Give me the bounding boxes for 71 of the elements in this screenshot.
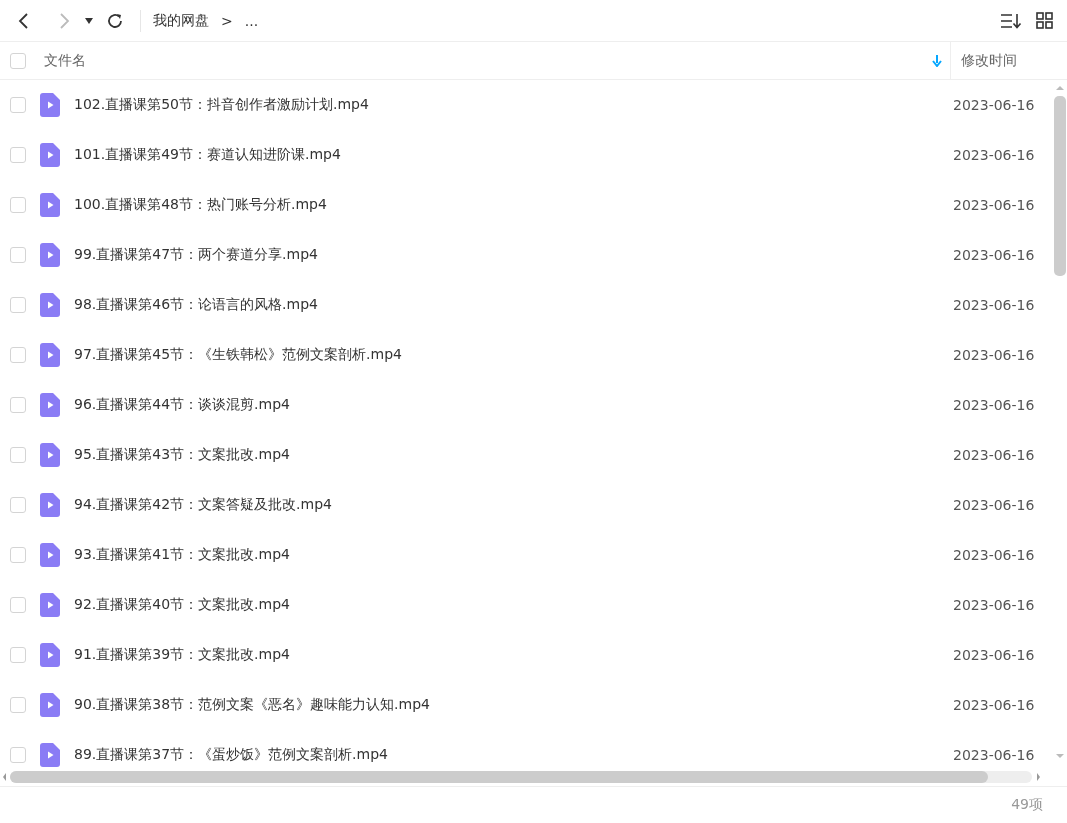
file-name[interactable]: 92.直播课第40节：文案批改.mp4 (74, 596, 953, 614)
back-button[interactable] (18, 11, 30, 30)
sort-down-arrow-icon (932, 54, 942, 67)
item-count: 49项 (1011, 796, 1043, 814)
file-name[interactable]: 94.直播课第42节：文案答疑及批改.mp4 (74, 496, 953, 514)
modified-date: 2023-06-16 (953, 297, 1036, 313)
video-file-icon (40, 443, 60, 467)
forward-button[interactable] (58, 11, 70, 30)
row-checkbox[interactable] (10, 147, 26, 163)
video-file-icon (40, 493, 60, 517)
column-header[interactable]: 文件名 (44, 51, 86, 70)
row-checkbox[interactable] (10, 697, 26, 713)
breadcrumb-item[interactable]: 我的网盘 (153, 11, 209, 30)
row-checkbox[interactable] (10, 297, 26, 313)
row-checkbox[interactable] (10, 97, 26, 113)
modified-date: 2023-06-16 (953, 347, 1036, 363)
video-file-icon (40, 643, 60, 667)
refresh-button[interactable] (106, 11, 124, 30)
file-name[interactable]: 93.直播课第41节：文案批改.mp4 (74, 546, 953, 564)
modified-date: 2023-06-16 (953, 497, 1036, 513)
file-name[interactable]: 90.直播课第38节：范例文案《恶名》趣味能力认知.mp4 (74, 696, 953, 714)
video-file-icon (40, 193, 60, 217)
video-file-icon (40, 593, 60, 617)
breadcrumb-separator: > (221, 12, 233, 29)
video-file-icon (40, 543, 60, 567)
row-checkbox[interactable] (10, 247, 26, 263)
history-dropdown-button[interactable] (84, 16, 94, 25)
video-file-icon (40, 143, 60, 167)
modified-date: 2023-06-16 (953, 197, 1036, 213)
file-name[interactable]: 91.直播课第39节：文案批改.mp4 (74, 646, 953, 664)
grid-view-icon[interactable] (1036, 12, 1053, 29)
modified-date: 2023-06-16 (953, 247, 1036, 263)
modified-date: 2023-06-16 (953, 447, 1036, 463)
video-file-icon (40, 93, 60, 117)
select-all-checkbox[interactable] (10, 52, 26, 69)
row-checkbox[interactable] (10, 347, 26, 363)
video-file-icon (40, 743, 60, 767)
video-file-icon (40, 293, 60, 317)
row-checkbox[interactable] (10, 197, 26, 213)
row-checkbox[interactable] (10, 597, 26, 613)
row-checkbox[interactable] (10, 747, 26, 763)
sort-icon[interactable] (1000, 12, 1022, 29)
column-header[interactable]: 修改时间 (950, 41, 1067, 80)
modified-date: 2023-06-16 (953, 547, 1036, 563)
video-file-icon (40, 243, 60, 267)
video-file-icon (40, 693, 60, 717)
file-name[interactable]: 101.直播课第49节：赛道认知进阶课.mp4 (74, 146, 953, 164)
row-checkbox[interactable] (10, 547, 26, 563)
breadcrumb-item[interactable]: ... (244, 12, 259, 29)
video-file-icon (40, 393, 60, 417)
file-name[interactable]: 102.直播课第50节：抖音创作者激励计划.mp4 (74, 96, 953, 114)
modified-date: 2023-06-16 (953, 397, 1036, 413)
file-name[interactable]: 97.直播课第45节：《生铁韩松》范例文案剖析.mp4 (74, 346, 953, 364)
row-checkbox[interactable] (10, 447, 26, 463)
modified-date: 2023-06-16 (953, 97, 1036, 113)
file-name[interactable]: 89.直播课第37节：《蛋炒饭》范例文案剖析.mp4 (74, 746, 953, 764)
modified-date: 2023-06-16 (953, 697, 1036, 713)
row-checkbox[interactable] (10, 647, 26, 663)
file-name[interactable]: 95.直播课第43节：文案批改.mp4 (74, 446, 953, 464)
row-checkbox[interactable] (10, 397, 26, 413)
file-name[interactable]: 99.直播课第47节：两个赛道分享.mp4 (74, 246, 953, 264)
video-file-icon (40, 343, 60, 367)
horizontal-scrollbar-drawing[interactable] (2, 770, 1042, 784)
modified-date: 2023-06-16 (953, 747, 1036, 763)
file-name[interactable]: 100.直播课第48节：热门账号分析.mp4 (74, 196, 953, 214)
row-checkbox[interactable] (10, 497, 26, 513)
modified-date: 2023-06-16 (953, 147, 1036, 163)
modified-date: 2023-06-16 (953, 647, 1036, 663)
modified-date: 2023-06-16 (953, 597, 1036, 613)
file-name[interactable]: 98.直播课第46节：论语言的风格.mp4 (74, 296, 953, 314)
file-name[interactable]: 96.直播课第44节：谈谈混剪.mp4 (74, 396, 953, 414)
